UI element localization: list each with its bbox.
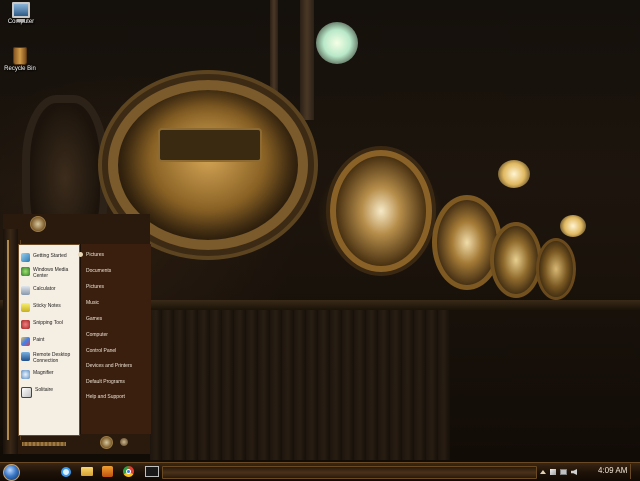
wallpaper-lamp	[498, 160, 530, 188]
start-button[interactable]	[3, 464, 20, 481]
program-item-label: Magnifier	[33, 370, 54, 376]
place-item-devices-printers[interactable]: Devices and Printers	[86, 363, 132, 369]
paint-icon	[21, 337, 30, 346]
taskbar-chrome[interactable]	[120, 464, 137, 479]
show-desktop-button[interactable]	[630, 464, 640, 479]
start-menu-programs-pane: Getting Started Windows Media Center Cal…	[18, 244, 80, 436]
program-item-solitaire[interactable]: Solitaire	[21, 387, 77, 398]
desktop-icon-recycle-bin[interactable]: Recycle Bin	[0, 47, 40, 72]
shutdown-options-arrow[interactable]	[120, 438, 128, 446]
desktop-icon-label: Recycle Bin	[4, 66, 36, 72]
place-item-help-support[interactable]: Help and Support	[86, 394, 125, 400]
place-item-computer[interactable]: Computer	[86, 332, 108, 338]
program-item-snipping-tool[interactable]: Snipping Tool	[21, 320, 77, 329]
system-tray	[540, 466, 577, 478]
magnifier-icon	[21, 370, 30, 379]
calculator-icon	[21, 286, 30, 295]
program-item-label: Getting Started	[33, 253, 67, 259]
program-item-label: Remote Desktop Connection	[33, 352, 71, 364]
media-center-icon	[21, 267, 30, 276]
desktop-icon-computer[interactable]: Computer	[1, 2, 41, 25]
start-menu-places-pane: Pictures Documents Pictures Music Games …	[80, 244, 151, 434]
taskbar-task-area	[162, 466, 537, 479]
program-item-paint[interactable]: Paint	[21, 337, 77, 346]
program-item-calculator[interactable]: Calculator	[21, 286, 77, 295]
program-item-label: Windows Media Center	[33, 267, 69, 279]
taskbar-windows-explorer[interactable]	[78, 464, 95, 479]
start-menu-gauge-icon	[30, 216, 46, 232]
place-item-games[interactable]: Games	[86, 316, 102, 322]
taskbar-command-prompt[interactable]	[143, 464, 160, 479]
place-item-control-panel[interactable]: Control Panel	[86, 348, 116, 354]
place-item-music[interactable]: Music	[86, 300, 99, 306]
taskbar: 4:09 AM	[0, 462, 640, 481]
wallpaper-gauge	[330, 150, 432, 272]
network-icon[interactable]	[560, 469, 567, 475]
wallpaper-machinery	[150, 310, 450, 460]
user-avatar-dot	[78, 252, 83, 257]
remote-desktop-icon	[21, 352, 30, 361]
program-item-getting-started[interactable]: Getting Started	[21, 253, 77, 262]
taskbar-clock[interactable]: 4:09 AM	[598, 466, 627, 475]
program-item-magnifier[interactable]: Magnifier	[21, 370, 77, 379]
program-item-label: Paint	[33, 337, 45, 343]
wallpaper-lamp	[560, 215, 586, 237]
recycle-bin-icon	[13, 47, 27, 65]
chrome-icon	[123, 466, 134, 477]
taskbar-internet-explorer[interactable]	[57, 464, 74, 479]
taskbar-media-player[interactable]	[99, 464, 116, 479]
program-item-label: Sticky Notes	[33, 303, 61, 309]
program-item-label: Solitaire	[35, 387, 54, 393]
program-item-windows-media-center[interactable]: Windows Media Center	[21, 267, 77, 279]
wallpaper-gauge	[490, 222, 542, 298]
program-item-sticky-notes[interactable]: Sticky Notes	[21, 303, 77, 312]
media-player-icon	[102, 466, 113, 477]
command-prompt-icon	[144, 466, 159, 477]
wallpaper-gauge	[536, 238, 576, 300]
shutdown-button[interactable]	[100, 436, 113, 449]
snipping-tool-icon	[21, 320, 30, 329]
wallpaper-lamp	[316, 22, 358, 64]
place-item-pictures-user[interactable]: Pictures	[86, 252, 104, 258]
wallpaper-pipe	[300, 0, 314, 120]
start-menu-bottom-bar	[18, 436, 150, 452]
show-hidden-icons-arrow-icon[interactable]	[540, 470, 546, 474]
program-item-remote-desktop[interactable]: Remote Desktop Connection	[21, 352, 77, 364]
place-item-default-programs[interactable]: Default Programs	[86, 379, 125, 385]
folder-icon	[80, 467, 93, 476]
sticky-notes-icon	[21, 303, 30, 312]
place-item-pictures[interactable]: Pictures	[86, 284, 104, 290]
program-item-label: Snipping Tool	[33, 320, 63, 326]
getting-started-icon	[21, 253, 30, 262]
solitaire-icon	[21, 387, 32, 398]
volume-icon[interactable]	[571, 469, 577, 475]
place-item-documents[interactable]: Documents	[86, 268, 111, 274]
start-menu: Getting Started Windows Media Center Cal…	[3, 214, 151, 454]
wallpaper-pipe	[270, 0, 278, 95]
action-center-flag-icon[interactable]	[550, 469, 556, 475]
program-item-label: Calculator	[33, 286, 56, 292]
wallpaper-gauge-face	[158, 128, 262, 162]
computer-icon	[12, 2, 30, 22]
start-menu-search-slot[interactable]	[22, 442, 66, 446]
internet-explorer-icon	[60, 466, 71, 477]
